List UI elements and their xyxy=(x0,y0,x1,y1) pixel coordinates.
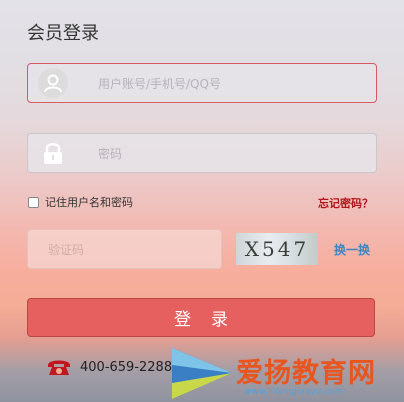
phone-number: 400-659-2288 xyxy=(80,359,173,375)
login-button[interactable]: 登录 xyxy=(27,298,375,337)
forgot-password-link[interactable]: 忘记密码？ xyxy=(318,195,373,211)
captcha-image[interactable]: X547 xyxy=(236,233,318,265)
lock-icon xyxy=(44,143,62,164)
username-field[interactable]: 用户账号/手机号/QQ号 xyxy=(27,63,377,103)
captcha-placeholder: 验证码 xyxy=(48,243,85,257)
watermark-logo-icon xyxy=(172,348,232,399)
watermark-text: 爱扬教育网 xyxy=(236,358,376,389)
captcha-refresh-link[interactable]: 换一换 xyxy=(334,241,370,258)
phone-icon xyxy=(48,360,70,375)
watermark: 爱扬教育网 www.iiYangjiaoyu.com xyxy=(172,345,404,402)
contact-phone: 400-659-2288 xyxy=(46,357,172,377)
remember-row: 记住用户名和密码 xyxy=(28,194,133,210)
page-title: 会员登录 xyxy=(27,23,99,44)
watermark-subtext: www.iiYangjiaoyu.com xyxy=(244,387,344,397)
password-field[interactable]: 密码 xyxy=(27,133,377,173)
remember-checkbox[interactable] xyxy=(28,196,39,208)
remember-label: 记住用户名和密码 xyxy=(45,196,133,209)
lock-icon-box xyxy=(28,134,78,172)
username-placeholder: 用户账号/手机号/QQ号 xyxy=(98,77,221,91)
captcha-input[interactable]: 验证码 xyxy=(27,229,222,269)
user-avatar-icon-box xyxy=(28,64,78,102)
password-placeholder: 密码 xyxy=(98,147,123,161)
user-avatar-icon xyxy=(38,68,68,98)
